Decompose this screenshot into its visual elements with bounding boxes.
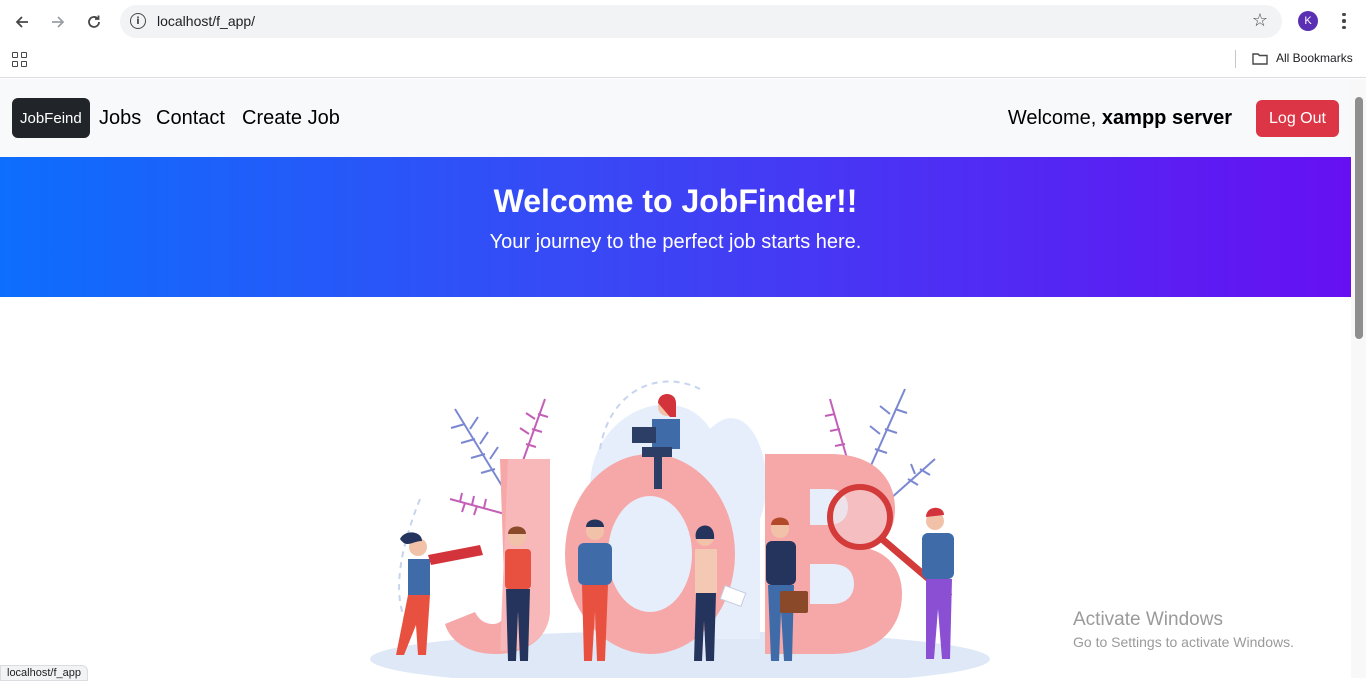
- bookmarks-bar: All Bookmarks: [0, 42, 1366, 78]
- back-button[interactable]: [8, 8, 36, 36]
- profile-avatar[interactable]: K: [1298, 11, 1318, 31]
- browser-menu-icon[interactable]: [1334, 9, 1354, 33]
- welcome-prefix: Welcome,: [1007, 107, 1097, 129]
- bookmarks-divider: [1235, 50, 1236, 68]
- bookmark-star-icon[interactable]: ☆: [1252, 10, 1268, 31]
- activate-windows-watermark: Activate Windows Go to Settings to activ…: [1073, 609, 1294, 650]
- hero-title: Welcome to JobFinder!!: [493, 183, 858, 219]
- forward-button[interactable]: [44, 8, 72, 36]
- url-text[interactable]: localhost/f_app/: [157, 13, 255, 29]
- logout-button[interactable]: Log Out: [1256, 100, 1339, 137]
- vertical-scrollbar[interactable]: [1351, 79, 1366, 678]
- arrow-left-icon: [15, 16, 28, 28]
- job-search-illustration: [370, 380, 990, 678]
- folder-icon: [1252, 52, 1268, 65]
- username: xampp server: [1101, 107, 1232, 129]
- site-info-icon[interactable]: i: [130, 13, 146, 29]
- page-viewport: JobFeind Jobs Contact Create Job Welcome…: [0, 79, 1351, 678]
- reload-icon: [88, 15, 100, 28]
- apps-grid-icon[interactable]: [12, 52, 27, 67]
- welcome-message: Welcome, xampp server: [1008, 107, 1232, 130]
- nav-link-create-job[interactable]: Create Job: [242, 107, 340, 130]
- hero-banner: Welcome to JobFinder!! Your journey to t…: [0, 157, 1351, 297]
- browser-toolbar: i localhost/f_app/ ☆ K: [0, 0, 1366, 42]
- reload-button[interactable]: [80, 8, 108, 36]
- all-bookmarks-button[interactable]: All Bookmarks: [1252, 51, 1353, 65]
- nav-link-contact[interactable]: Contact: [156, 107, 225, 130]
- scrollbar-thumb[interactable]: [1355, 97, 1363, 339]
- activate-windows-subtitle: Go to Settings to activate Windows.: [1073, 634, 1294, 650]
- link-status-bubble: localhost/f_app: [0, 665, 88, 681]
- activate-windows-title: Activate Windows: [1073, 609, 1223, 630]
- nav-link-jobs[interactable]: Jobs: [99, 107, 141, 130]
- arrow-right-icon: [52, 16, 65, 28]
- all-bookmarks-label: All Bookmarks: [1276, 51, 1353, 65]
- site-navbar: JobFeind Jobs Contact Create Job Welcome…: [0, 79, 1351, 157]
- brand-logo[interactable]: JobFeind: [12, 98, 90, 138]
- address-bar[interactable]: i localhost/f_app/ ☆: [120, 5, 1282, 38]
- hero-subtitle: Your journey to the perfect job starts h…: [489, 231, 862, 253]
